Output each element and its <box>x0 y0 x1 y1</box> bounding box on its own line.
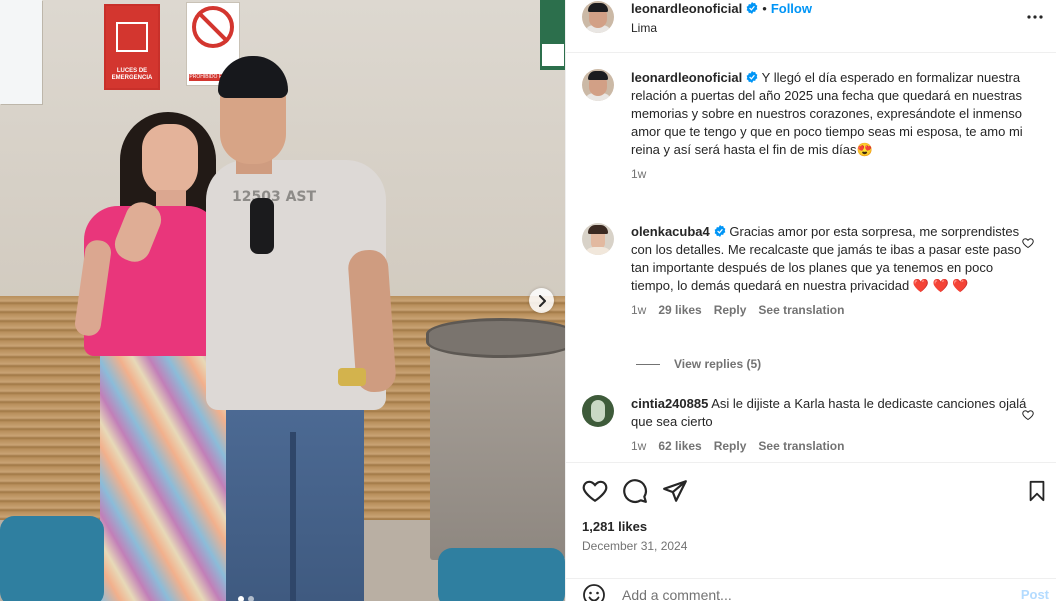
see-translation-button[interactable]: See translation <box>758 437 844 455</box>
comment-username[interactable]: olenkacuba4 <box>631 224 710 239</box>
comment-body: cintia240885 Asi le dijiste a Karla hast… <box>631 395 1031 455</box>
post-location[interactable]: Lima <box>631 21 657 35</box>
exit-sign <box>540 0 565 70</box>
view-replies-label: View replies (5) <box>674 357 762 371</box>
blue-chair-left <box>0 516 104 601</box>
woman-face <box>142 124 198 196</box>
reply-button[interactable]: Reply <box>714 301 747 319</box>
comment-likes[interactable]: 29 likes <box>658 301 701 319</box>
caption-body: leonardleonoficial Y llegó el día espera… <box>631 69 1031 183</box>
commenter-avatar[interactable] <box>582 395 614 427</box>
caption-time[interactable]: 1w <box>631 165 646 183</box>
photo-window <box>0 0 42 104</box>
comment-meta: 1w 29 likes Reply See translation <box>631 301 1031 319</box>
commenter-avatar[interactable] <box>582 223 614 255</box>
blue-chair-right <box>438 548 565 601</box>
sunglasses <box>250 198 274 254</box>
comment-time[interactable]: 1w <box>631 301 646 319</box>
view-replies-button[interactable]: View replies (5) <box>636 357 761 371</box>
comment-username[interactable]: cintia240885 <box>631 396 708 411</box>
header-user-line: leonardleonoficial • Follow <box>631 1 812 17</box>
header-separator: • <box>762 1 767 16</box>
cooking-pot-cart <box>426 318 565 560</box>
post-header: leonardleonoficial • Follow Lima <box>566 0 1056 53</box>
share-send-icon[interactable] <box>662 478 688 504</box>
carousel-dot <box>248 596 254 601</box>
comment-like-heart-icon[interactable] <box>1022 237 1034 249</box>
save-bookmark-icon[interactable] <box>1026 478 1048 504</box>
author-username[interactable]: leonardleonoficial <box>631 1 742 16</box>
emergency-lights-sign: LUCES DE EMERGENCIA <box>104 4 160 90</box>
caption-meta: 1w <box>631 165 1031 183</box>
caption-username[interactable]: leonardleonoficial <box>631 70 742 85</box>
comment-bubble-icon[interactable] <box>622 478 648 504</box>
post-date[interactable]: December 31, 2024 <box>582 539 687 553</box>
emergency-sign-text: LUCES DE EMERGENCIA <box>111 68 153 81</box>
comment-body: olenkacuba4 Gracias amor por esta sorpre… <box>631 223 1031 319</box>
post-comment-button[interactable]: Post <box>1021 587 1049 601</box>
post-photo[interactable]: LUCES DE EMERGENCIA PROHIBIDO FUMAR 1250… <box>0 0 565 601</box>
carousel-dot <box>238 596 244 601</box>
comments-list[interactable]: leonardleonoficial Y llegó el día espera… <box>566 53 1056 462</box>
replies-line <box>636 363 660 365</box>
add-comment-bar: Post <box>566 578 1056 601</box>
verified-badge-icon <box>746 71 758 83</box>
like-heart-icon[interactable] <box>582 478 608 504</box>
more-dots-icon <box>1027 15 1043 19</box>
man-shirt-print: 12503 AST <box>232 189 317 205</box>
comment-meta: 1w 62 likes Reply See translation <box>631 437 1031 455</box>
man-jeans <box>226 392 364 601</box>
reply-button[interactable]: Reply <box>714 437 747 455</box>
verified-badge-icon <box>714 225 726 237</box>
next-photo-button[interactable] <box>529 288 554 313</box>
verified-badge-icon <box>746 2 758 14</box>
caption-avatar[interactable] <box>582 69 614 101</box>
more-options-button[interactable] <box>1023 8 1047 26</box>
comment-like-heart-icon[interactable] <box>1022 409 1034 421</box>
likes-count[interactable]: 1,281 likes <box>582 519 647 534</box>
chevron-right-icon <box>538 294 546 307</box>
comment-input[interactable] <box>622 585 1002 601</box>
emoji-icon[interactable] <box>582 583 606 601</box>
carousel-dots <box>238 596 254 601</box>
post-side-panel: leonardleonoficial • Follow Lima leonardle… <box>565 0 1056 601</box>
see-translation-button[interactable]: See translation <box>758 301 844 319</box>
post-actions: 1,281 likes December 31, 2024 Post <box>566 462 1056 601</box>
comment-time[interactable]: 1w <box>631 437 646 455</box>
comment-likes[interactable]: 62 likes <box>658 437 701 455</box>
author-avatar[interactable] <box>582 1 614 33</box>
follow-button[interactable]: Follow <box>771 1 812 16</box>
gold-watch <box>338 368 366 386</box>
